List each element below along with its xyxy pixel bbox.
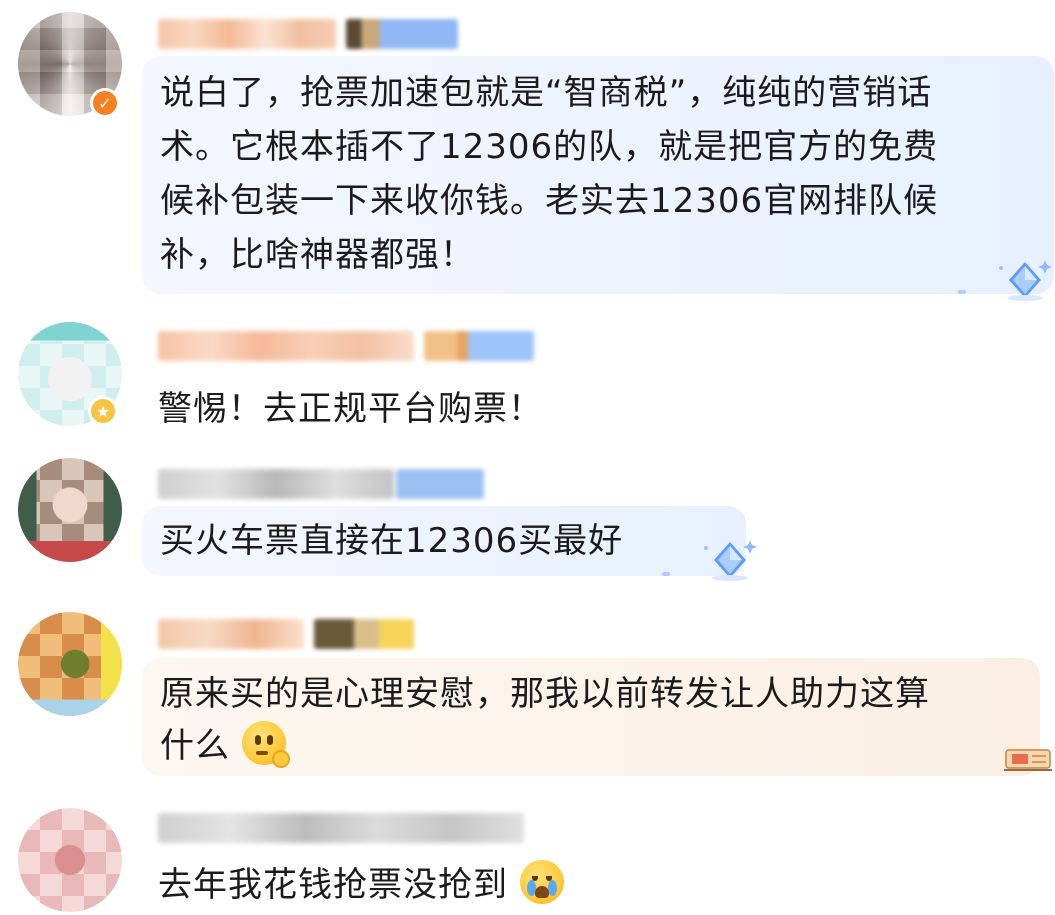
comment-text: 去年我花钱抢票没抢到 bbox=[158, 858, 564, 912]
comment-text: 原来买的是心理安慰，那我以前转发让人助力这算 什么 bbox=[160, 674, 930, 768]
username[interactable] bbox=[158, 810, 524, 846]
blurred-user-badge bbox=[424, 331, 534, 361]
blurred-username bbox=[158, 619, 304, 649]
blurred-user-badge bbox=[346, 19, 458, 49]
thinking-face-icon bbox=[241, 721, 290, 768]
comment-text: 说白了，抢票加速包就是“智商税”，纯纯的营销话 术。它根本插不了12306的队，… bbox=[160, 73, 939, 275]
blurred-username bbox=[158, 331, 414, 361]
loudly-crying-face-icon bbox=[519, 860, 564, 904]
avatar[interactable] bbox=[18, 458, 122, 562]
avatar[interactable] bbox=[18, 808, 122, 912]
username[interactable] bbox=[158, 466, 484, 502]
comment-text: 买火车票直接在12306买最好 bbox=[160, 521, 624, 561]
avatar[interactable] bbox=[18, 612, 122, 716]
yellow-star-icon: ★ bbox=[88, 396, 118, 426]
sparkle-icon bbox=[662, 572, 670, 576]
blurred-username bbox=[158, 19, 336, 49]
username[interactable] bbox=[158, 16, 458, 52]
blurred-user-badge bbox=[396, 469, 484, 499]
blurred-user-badge bbox=[314, 619, 414, 649]
blurred-username bbox=[158, 813, 524, 843]
diamond-gem-icon bbox=[704, 540, 757, 581]
verified-check-icon: ✓ bbox=[90, 88, 120, 118]
comment-bubble: 买火车票直接在12306买最好 bbox=[142, 506, 746, 576]
sparkle-icon bbox=[958, 290, 966, 294]
comment-bubble: 原来买的是心理安慰，那我以前转发让人助力这算 什么 bbox=[142, 658, 1040, 776]
username[interactable] bbox=[158, 616, 414, 652]
comment-text: 警惕！去正规平台购票！ bbox=[158, 389, 543, 429]
username[interactable] bbox=[158, 328, 534, 364]
comment-bubble: 说白了，抢票加速包就是“智商税”，纯纯的营销话 术。它根本插不了12306的队，… bbox=[142, 56, 1054, 294]
comment-list: ✓ 说白了，抢票加速包就是“智商税”，纯纯的营销话 术。它根本插不了12306的… bbox=[0, 0, 1055, 915]
diamond-gem-icon bbox=[999, 260, 1052, 301]
blurred-username bbox=[158, 469, 394, 499]
train-ticket-icon bbox=[1004, 749, 1052, 771]
